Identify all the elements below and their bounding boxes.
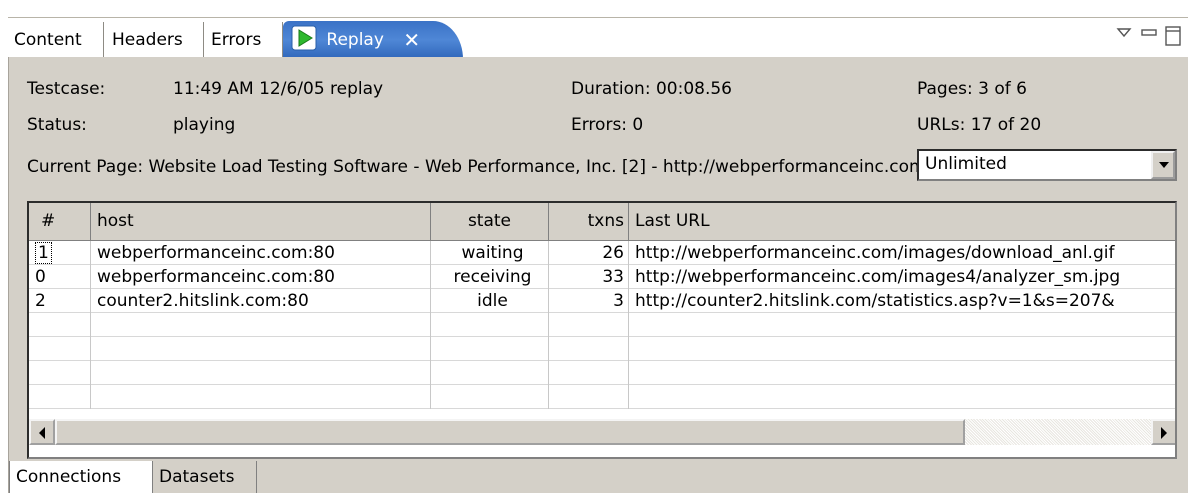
scrollbar-track[interactable] — [965, 419, 1151, 445]
tab-connections[interactable]: Connections — [9, 461, 153, 493]
table-row-empty — [29, 385, 1175, 409]
tab-replay[interactable]: Replay ✕ — [283, 21, 463, 59]
cell-url: http://counter2.hitslink.com/statistics.… — [629, 289, 1175, 313]
table-row-empty — [29, 337, 1175, 361]
status-label: Status: — [27, 115, 87, 135]
column-header-txns[interactable]: txns — [549, 203, 629, 240]
cell-host: webperformanceinc.com:80 — [91, 265, 431, 289]
column-header-state[interactable]: state — [431, 203, 549, 240]
tab-content[interactable]: Content — [10, 22, 104, 58]
view-controls — [1088, 24, 1184, 48]
scroll-left-button[interactable] — [29, 419, 55, 445]
table-row-empty — [29, 313, 1175, 337]
maximize-icon[interactable] — [1165, 26, 1181, 46]
table-header: # host state txns Last URL — [29, 203, 1175, 241]
errors-text: Errors: 0 — [571, 115, 644, 135]
testcase-label: Testcase: — [27, 79, 106, 99]
duration-text: Duration: 00:08.56 — [571, 79, 732, 99]
tab-replay-label: Replay — [326, 30, 384, 50]
tab-errors[interactable]: Errors — [207, 22, 283, 58]
arrow-left-icon — [39, 427, 45, 439]
dropdown-button[interactable] — [1151, 151, 1175, 179]
cell-txns: 33 — [549, 265, 629, 289]
cell-txns: 26 — [549, 241, 629, 265]
horizontal-scrollbar[interactable] — [29, 419, 1175, 445]
cell-num: 1 — [29, 241, 91, 265]
replay-panel: Testcase: 11:49 AM 12/6/05 replay Durati… — [8, 57, 1188, 493]
table-row[interactable]: 1 webperformanceinc.com:80 waiting 26 ht… — [29, 241, 1175, 265]
cell-url: http://webperformanceinc.com/images/down… — [629, 241, 1175, 265]
bottom-tab-bar: Connections Datasets — [9, 461, 1188, 493]
table-row-empty — [29, 361, 1175, 385]
connections-table: # host state txns Last URL 1 webperforma… — [27, 201, 1177, 459]
speed-dropdown-value: Unlimited — [925, 154, 1007, 174]
speed-dropdown[interactable]: Unlimited — [917, 149, 1177, 181]
table-row[interactable]: 0 webperformanceinc.com:80 receiving 33 … — [29, 265, 1175, 289]
table-body: 1 webperformanceinc.com:80 waiting 26 ht… — [29, 241, 1175, 421]
tab-headers[interactable]: Headers — [108, 22, 204, 58]
column-header-num[interactable]: # — [29, 203, 91, 240]
cell-state: idle — [431, 289, 549, 313]
arrow-right-icon — [1161, 427, 1167, 439]
urls-text: URLs: 17 of 20 — [917, 115, 1042, 135]
scroll-right-button[interactable] — [1151, 419, 1175, 445]
cell-host: webperformanceinc.com:80 — [91, 241, 431, 265]
column-header-last-url[interactable]: Last URL — [629, 203, 1175, 240]
chevron-down-icon — [1159, 162, 1169, 168]
cell-txns: 3 — [549, 289, 629, 313]
view-tab-bar: Content Headers Errors Replay ✕ — [8, 17, 1188, 59]
testcase-value: 11:49 AM 12/6/05 replay — [173, 79, 384, 99]
table-row[interactable]: 2 counter2.hitslink.com:80 idle 3 http:/… — [29, 289, 1175, 313]
view-menu-icon[interactable] — [1116, 28, 1132, 38]
close-icon[interactable]: ✕ — [403, 28, 420, 52]
status-value: playing — [173, 115, 236, 135]
scrollbar-thumb[interactable] — [55, 419, 965, 445]
cell-num: 0 — [29, 265, 91, 289]
replay-view: Content Headers Errors Replay ✕ Testcase… — [0, 0, 1188, 493]
cell-host: counter2.hitslink.com:80 — [91, 289, 431, 313]
cell-state: receiving — [431, 265, 549, 289]
pages-text: Pages: 3 of 6 — [917, 79, 1027, 99]
cell-url: http://webperformanceinc.com/images4/ana… — [629, 265, 1175, 289]
cell-state: waiting — [431, 241, 549, 265]
column-header-host[interactable]: host — [91, 203, 431, 240]
minimize-icon[interactable] — [1141, 29, 1157, 36]
current-page-text: Current Page: Website Load Testing Softw… — [27, 157, 917, 177]
tab-datasets[interactable]: Datasets — [153, 461, 257, 493]
cell-num: 2 — [29, 289, 91, 313]
play-icon — [291, 25, 317, 51]
